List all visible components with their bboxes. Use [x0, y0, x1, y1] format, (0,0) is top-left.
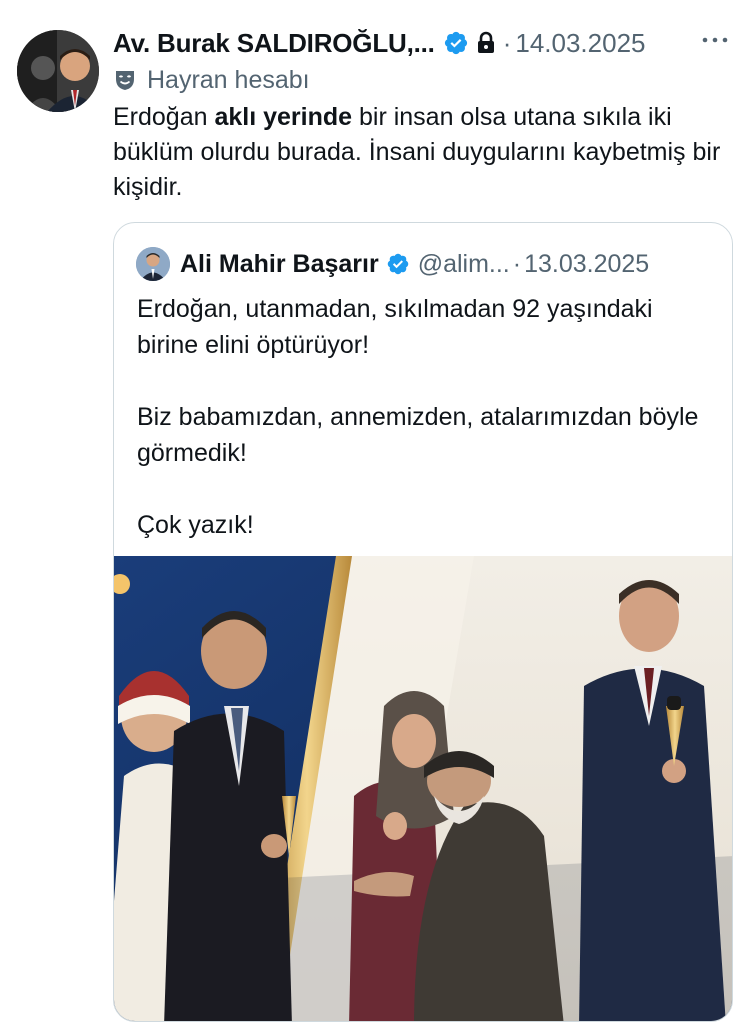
fan-account-label: Hayran hesabı: [147, 65, 310, 94]
author-name[interactable]: Av. Burak SALDIROĞLU,...: [113, 28, 435, 59]
author-avatar[interactable]: [17, 30, 99, 112]
quoted-media-image[interactable]: [114, 556, 732, 1021]
verified-badge-icon: [444, 31, 467, 55]
lock-icon: [477, 31, 494, 53]
quoted-verified-badge-icon: [387, 253, 408, 275]
quoted-tweet-header: Ali Mahir Başarır @alim... · 13.03.2025: [136, 247, 649, 281]
tweet-date[interactable]: 14.03.2025: [515, 28, 645, 59]
quoted-header-separator: ·: [512, 249, 522, 278]
quoted-paragraph-2: Biz babamızdan, annemizden, atalarımızda…: [137, 403, 699, 467]
quoted-tweet-date[interactable]: 13.03.2025: [524, 250, 649, 279]
quoted-author-name[interactable]: Ali Mahir Başarır: [180, 250, 379, 279]
more-icon[interactable]: [700, 30, 730, 50]
fan-account-label-row: Hayran hesabı: [113, 64, 310, 96]
quoted-tweet-text: Erdoğan, utanmadan, sıkılmadan 92 yaşınd…: [137, 291, 717, 543]
tweet-header: Av. Burak SALDIROĞLU,... · 14.03.2025: [113, 24, 646, 62]
award-ceremony-photo: [114, 556, 732, 1021]
quoted-paragraph-3: Çok yazık!: [137, 511, 254, 539]
tweet-text: Erdoğan aklı yerinde bir insan olsa utan…: [113, 100, 733, 205]
quoted-paragraph-1: Erdoğan, utanmadan, sıkılmadan 92 yaşınd…: [137, 295, 653, 359]
quoted-author-handle[interactable]: @alim...: [418, 250, 510, 279]
header-separator: ·: [502, 27, 512, 58]
quoted-author-avatar[interactable]: [136, 247, 170, 281]
tweet-text-part1: Erdoğan: [113, 103, 215, 131]
quoted-tweet[interactable]: Ali Mahir Başarır @alim... · 13.03.2025 …: [113, 222, 733, 1022]
theater-mask-icon: [116, 71, 134, 90]
tweet-text-bold: aklı yerinde: [214, 103, 353, 131]
tweet[interactable]: Av. Burak SALDIROĞLU,... · 14.03.2025 Ha…: [0, 0, 750, 1022]
